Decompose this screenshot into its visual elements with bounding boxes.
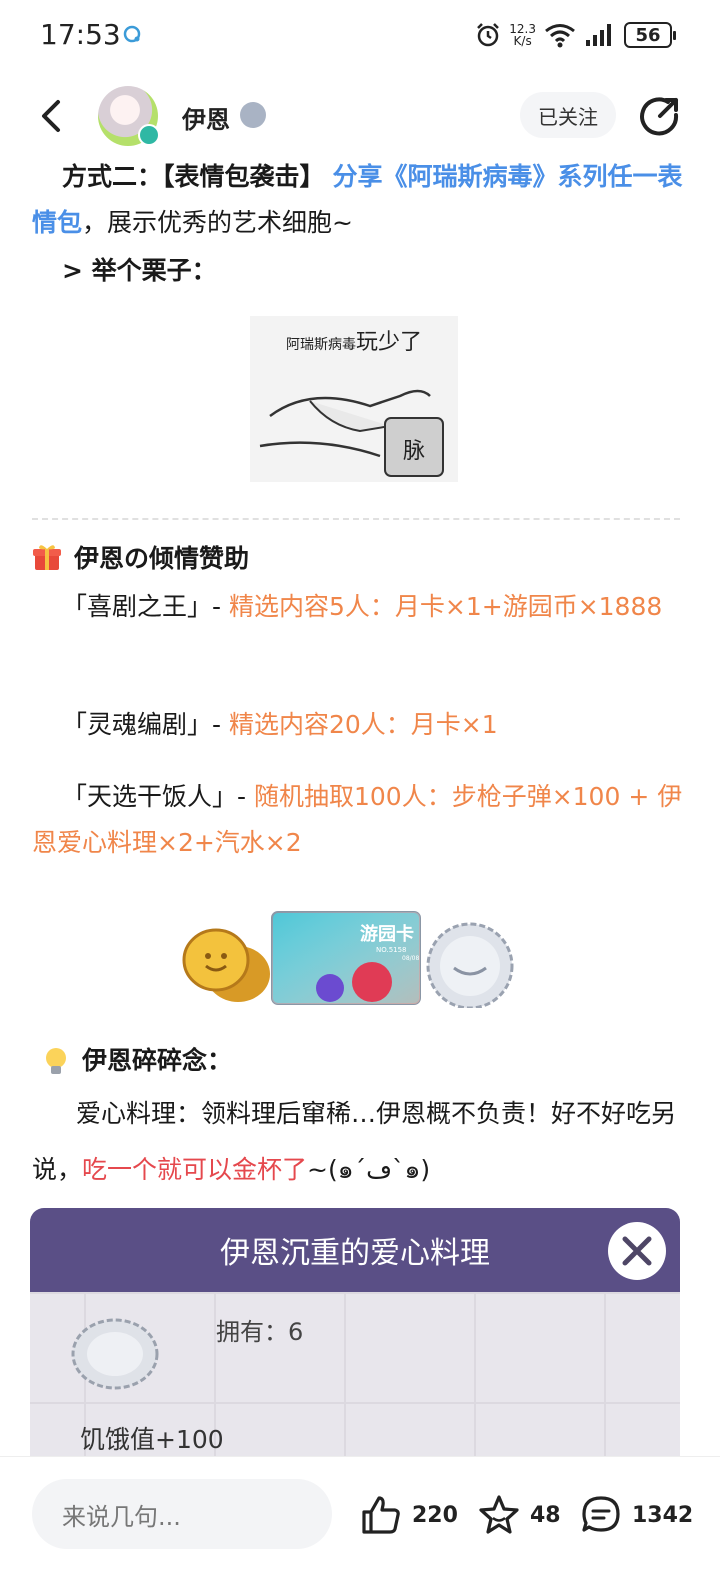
back-icon[interactable] xyxy=(34,96,70,136)
method-tail: ，展示优秀的艺术细胞~ xyxy=(82,208,353,237)
sync-icon xyxy=(123,25,141,43)
comment-count: 1342 xyxy=(632,1502,694,1528)
card-title: 游园卡 xyxy=(360,923,414,945)
card-number: NO.5158 xyxy=(376,946,407,954)
notes-emoticon: ~(๑´ڡ`๑) xyxy=(307,1155,431,1184)
notes-title: 伊恩碎碎念： xyxy=(82,1046,233,1075)
reward-name: 「灵魂编剧」- xyxy=(62,710,222,739)
favorite-button[interactable]: 48 xyxy=(478,1493,561,1537)
reward-detail: 精选内容20人：月卡×1 xyxy=(228,710,498,739)
comment-input[interactable]: 来说几句... xyxy=(32,1479,332,1549)
status-icons: 12.3 K/s 56 xyxy=(475,16,676,54)
hunger-value: 饥饿值+100 xyxy=(80,1425,224,1454)
favorite-count: 48 xyxy=(530,1502,561,1528)
pulse-hand-drawing: 脉 xyxy=(259,389,444,477)
reward-item: 「喜剧之王」- 精选内容5人：月卡×1+游园币×1888 xyxy=(32,584,688,630)
alarm-icon xyxy=(477,23,500,47)
lightbulb-icon xyxy=(46,1048,66,1074)
net-speed: 12.3 K/s xyxy=(509,23,536,47)
reward-name: 「喜剧之王」- xyxy=(62,592,222,621)
meme-caption-big: 玩少了 xyxy=(355,330,422,355)
gift-icon xyxy=(33,545,61,570)
wifi-icon xyxy=(545,24,575,48)
battery-indicator: 56 xyxy=(624,22,676,48)
meme-block-char: 脉 xyxy=(403,439,425,464)
meme-caption: 阿瑞斯病毒玩少了 xyxy=(250,324,458,356)
close-icon xyxy=(608,1222,666,1280)
comment-icon xyxy=(582,1496,620,1532)
silver-coin-icon xyxy=(426,922,514,1008)
section-divider xyxy=(32,518,680,520)
sponsor-title: 伊恩の倾情赞助 xyxy=(74,544,250,573)
own-count: 拥有：6 xyxy=(216,1318,304,1346)
silver-coin-icon xyxy=(71,1318,159,1390)
share-icon[interactable] xyxy=(638,96,680,138)
notes-paragraph: 爱心料理：领料理后窜稀…伊恩概不负责！好不好吃另说，吃一个就可以金杯了~(๑´ڡ… xyxy=(32,1086,688,1198)
post-header: 伊恩 已关注 xyxy=(0,80,720,152)
reward-name: 「天选干饭人」- xyxy=(62,782,247,811)
meme-caption-small: 阿瑞斯病毒 xyxy=(285,337,356,353)
status-time: 17:53 xyxy=(40,18,121,51)
card-date: 08/08 xyxy=(402,955,419,962)
like-count: 220 xyxy=(412,1502,458,1528)
reward-item: 「天选干饭人」- 随机抽取100人：步枪子弹×100 + 伊恩爱心料理×2+汽水… xyxy=(32,774,688,866)
status-bar: 17:53 12.3 K/s 56 xyxy=(0,0,720,72)
method-paragraph: 方式二：【表情包袭击】 分享《阿瑞斯病毒》系列任一表情包，展示优秀的艺术细胞~ xyxy=(32,154,688,246)
reward-item: 「灵魂编剧」- 精选内容20人：月卡×1 xyxy=(32,702,688,748)
comment-button[interactable]: 1342 xyxy=(580,1493,693,1537)
verified-icon xyxy=(138,124,160,146)
author-name[interactable]: 伊恩 xyxy=(182,100,230,135)
follow-button[interactable]: 已关注 xyxy=(520,92,616,138)
star-icon xyxy=(479,1495,519,1534)
method-label: 方式二：【表情包袭击】 xyxy=(62,162,325,191)
notes-highlight: 吃一个就可以金杯了 xyxy=(82,1155,308,1184)
game-dialog-title: 伊恩沉重的爱心料理 xyxy=(30,1208,680,1292)
gold-coins-icon xyxy=(182,928,270,1002)
reward-items-image[interactable]: 游园卡 NO.5158 08/08 xyxy=(180,908,520,1008)
bottom-action-bar: 来说几句... 220 48 1342 xyxy=(0,1456,720,1592)
signal-icon xyxy=(586,24,611,46)
example-label: > 举个栗子： xyxy=(62,256,217,285)
reward-detail: 精选内容5人：月卡×1+游园币×1888 xyxy=(228,592,663,621)
like-button[interactable]: 220 xyxy=(360,1493,458,1537)
park-card-icon: 游园卡 NO.5158 08/08 xyxy=(271,911,421,1005)
thumbs-up-icon xyxy=(362,1496,400,1534)
net-speed-unit: K/s xyxy=(513,34,532,48)
meme-image[interactable]: 阿瑞斯病毒玩少了 脉 xyxy=(250,316,458,482)
official-badge-icon xyxy=(240,102,266,128)
